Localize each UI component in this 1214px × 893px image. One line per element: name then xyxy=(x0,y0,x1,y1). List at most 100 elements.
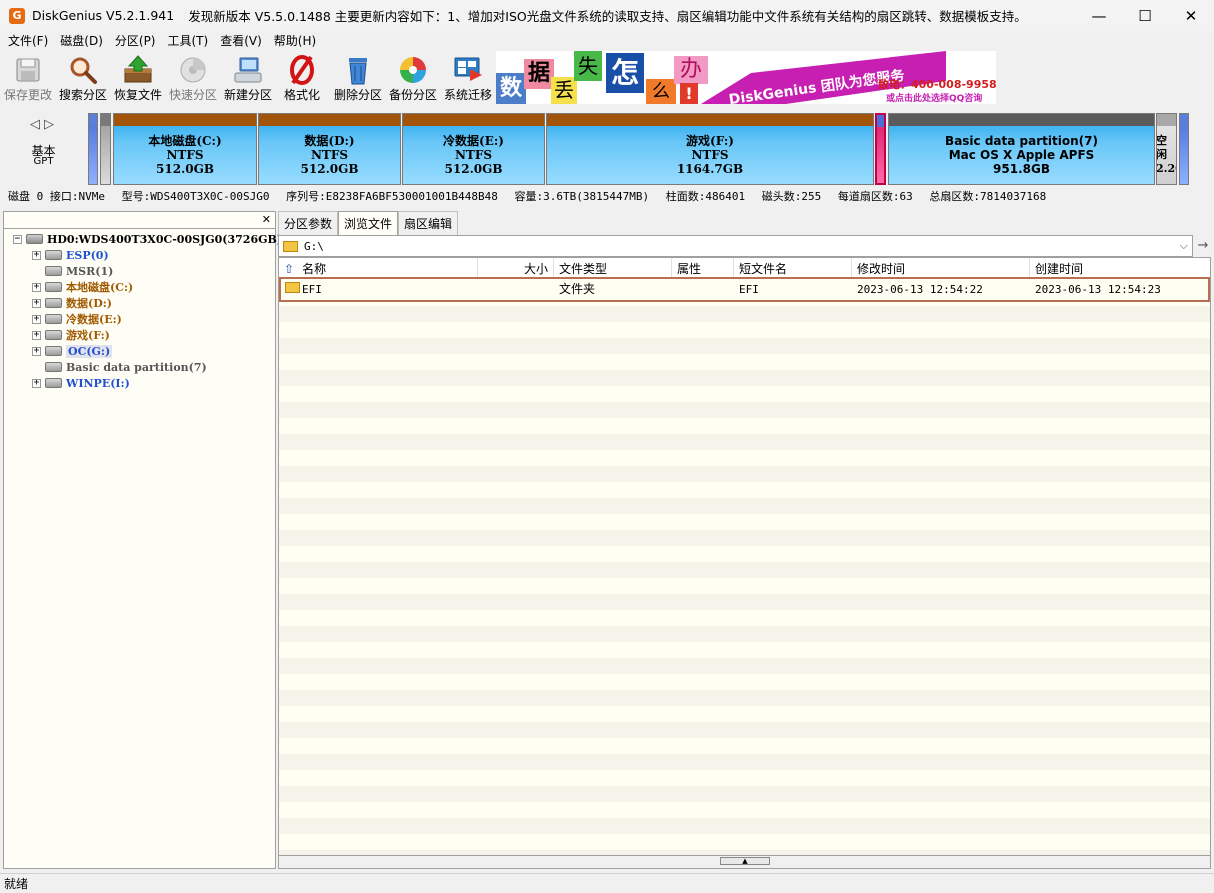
partition-block-c[interactable]: 本地磁盘(C:) NTFS 512.0GB xyxy=(113,113,257,185)
banner-tile: 办 xyxy=(674,56,708,84)
tree-item-apfs[interactable]: Basic data partition(7) xyxy=(45,359,207,375)
tree-node-label: ESP(0) xyxy=(66,248,109,262)
partition-block-free[interactable]: 空闲2.2G xyxy=(1156,113,1177,185)
service-banner[interactable]: 数 据 丢 失 怎 么 办 ! DiskGenius 团队为您服务 致电：400… xyxy=(496,51,996,104)
prev-disk-icon[interactable]: ◁ xyxy=(30,117,44,132)
file-short-name: EFI xyxy=(739,283,759,296)
horizontal-scrollbar[interactable]: ▲ xyxy=(279,855,1210,868)
expand-icon[interactable]: + xyxy=(32,330,41,340)
column-short-name[interactable]: 短文件名 xyxy=(733,258,851,278)
expand-icon[interactable]: + xyxy=(32,298,41,308)
minimize-icon[interactable]: — xyxy=(1076,0,1122,31)
parent-folder-icon[interactable]: ⇧ xyxy=(284,262,294,276)
path-bar[interactable]: G:\ ⌵ xyxy=(278,235,1193,257)
expand-icon[interactable]: + xyxy=(32,314,41,324)
column-created[interactable]: 创建时间 xyxy=(1029,258,1210,278)
tab-partition-params[interactable]: 分区参数 xyxy=(278,211,339,235)
partition-block-esp[interactable] xyxy=(88,113,98,185)
menu-tools[interactable]: 工具(T) xyxy=(162,31,215,51)
partition-fs: NTFS xyxy=(310,148,349,162)
current-path[interactable]: G:\ xyxy=(304,240,324,253)
expand-icon[interactable]: + xyxy=(32,346,41,356)
partition-fs: NTFS xyxy=(691,148,729,162)
disk-heads: 磁头数:255 xyxy=(761,190,822,203)
recover-files-button[interactable]: 恢复文件 xyxy=(114,51,162,105)
next-disk-icon[interactable]: ▷ xyxy=(44,117,58,132)
disk-scheme-label: GPT xyxy=(33,156,54,167)
menu-view[interactable]: 查看(V) xyxy=(214,31,268,51)
tree-item-c[interactable]: + 本地磁盘(C:) xyxy=(32,279,133,295)
column-type[interactable]: 文件类型 xyxy=(553,258,671,278)
partition-fs: Mac OS X Apple APFS xyxy=(948,148,1095,162)
chevron-down-icon[interactable]: ⌵ xyxy=(1180,239,1188,253)
tree-node-label: MSR(1) xyxy=(66,264,114,278)
tree-item-i[interactable]: + WINPE(I:) xyxy=(32,375,130,391)
partition-block-e[interactable]: 冷数据(E:) NTFS 512.0GB xyxy=(402,113,545,185)
search-icon xyxy=(67,53,99,87)
partition-fs: NTFS xyxy=(454,148,493,162)
menu-help[interactable]: 帮助(H) xyxy=(268,31,322,51)
expand-icon[interactable]: + xyxy=(32,378,41,388)
partition-block-f[interactable]: 游戏(F:) NTFS 1164.7GB xyxy=(546,113,874,185)
tree-item-e[interactable]: + 冷数据(E:) xyxy=(32,311,122,327)
tree-item-g[interactable]: + OC(G:) xyxy=(32,343,113,359)
partition-fs: NTFS xyxy=(166,148,204,162)
tree-item-d[interactable]: + 数据(D:) xyxy=(32,295,112,311)
backup-partition-label: 备份分区 xyxy=(389,88,438,102)
tree-node-label: 冷数据(E:) xyxy=(66,313,122,326)
tab-browse-files[interactable]: 浏览文件 xyxy=(338,211,399,235)
table-row[interactable]: EFI 文件夹 EFI 2023-06-13 12:54:22 2023-06-… xyxy=(279,277,1210,302)
expand-icon[interactable]: + xyxy=(32,250,41,260)
system-migrate-button[interactable]: 系统迁移 xyxy=(444,51,492,105)
tree-item-f[interactable]: + 游戏(F:) xyxy=(32,327,110,343)
format-button[interactable]: 格式化 xyxy=(284,51,320,105)
tree-node-label: 游戏(F:) xyxy=(66,329,110,342)
column-name[interactable]: ⇧ 名称 xyxy=(279,258,477,278)
update-notice[interactable]: 发现新版本 V5.5.0.1488 主要更新内容如下：1、增加对ISO光盘文件系… xyxy=(188,6,1027,25)
column-modified[interactable]: 修改时间 xyxy=(851,258,1029,278)
backup-partition-button[interactable]: 备份分区 xyxy=(389,51,437,105)
collapse-icon[interactable]: − xyxy=(13,234,22,244)
tab-sector-editor[interactable]: 扇区编辑 xyxy=(398,211,459,235)
tree-item-msr[interactable]: MSR(1) xyxy=(45,263,113,279)
disk-nav-arrows[interactable]: ◁▷ xyxy=(30,117,58,132)
folder-icon xyxy=(285,282,300,293)
banner-tile: 数 xyxy=(496,73,526,104)
partition-name: 本地磁盘(C:) xyxy=(148,134,222,148)
quick-partition-button[interactable]: 快速分区 xyxy=(169,51,217,105)
new-partition-button[interactable]: 新建分区 xyxy=(224,51,272,105)
backup-icon xyxy=(397,53,429,87)
disk-cylinders: 柱面数:486401 xyxy=(665,190,746,203)
delete-partition-button[interactable]: 删除分区 xyxy=(334,51,382,105)
menu-file[interactable]: 文件(F) xyxy=(2,31,54,51)
partition-block-winpe[interactable] xyxy=(1179,113,1189,185)
partition-name: 空闲 xyxy=(1156,134,1167,161)
menu-disk[interactable]: 磁盘(D) xyxy=(54,31,109,51)
close-icon[interactable]: ✕ xyxy=(1168,0,1214,31)
save-changes-button[interactable]: 保存更改 xyxy=(4,51,52,105)
disk-model: 型号:WDS400T3X0C-00SJG0 xyxy=(121,190,270,203)
maximize-icon[interactable]: ☐ xyxy=(1122,0,1168,31)
search-partition-button[interactable]: 搜索分区 xyxy=(59,51,107,105)
column-attr[interactable]: 属性 xyxy=(671,258,733,278)
partition-block-apfs[interactable]: Basic data partition(7) Mac OS X Apple AP… xyxy=(888,113,1155,185)
partition-block-g-selected[interactable] xyxy=(875,113,886,185)
quick-partition-label: 快速分区 xyxy=(169,88,218,102)
go-arrow-icon[interactable]: → xyxy=(1195,235,1211,257)
app-title: DiskGenius V5.2.1.941 xyxy=(32,8,175,23)
column-size[interactable]: 大小 xyxy=(477,258,553,278)
scroll-thumb[interactable]: ▲ xyxy=(720,857,770,865)
file-name[interactable]: EFI xyxy=(302,279,322,300)
partition-block-msr[interactable] xyxy=(100,113,111,185)
new-partition-label: 新建分区 xyxy=(224,88,273,102)
format-label: 格式化 xyxy=(284,88,321,102)
close-icon[interactable]: ✕ xyxy=(262,213,271,226)
banner-tile: ! xyxy=(680,83,698,104)
partition-size: 512.0GB xyxy=(444,162,503,176)
tree-item-esp[interactable]: + ESP(0) xyxy=(32,247,109,263)
expand-icon[interactable]: + xyxy=(32,282,41,292)
tree-root-disk[interactable]: − HD0:WDS400T3X0C-00SJG0(3726GB) xyxy=(13,231,282,247)
migrate-icon xyxy=(452,53,484,87)
partition-block-d[interactable]: 数据(D:) NTFS 512.0GB xyxy=(258,113,401,185)
menu-partition[interactable]: 分区(P) xyxy=(109,31,162,51)
